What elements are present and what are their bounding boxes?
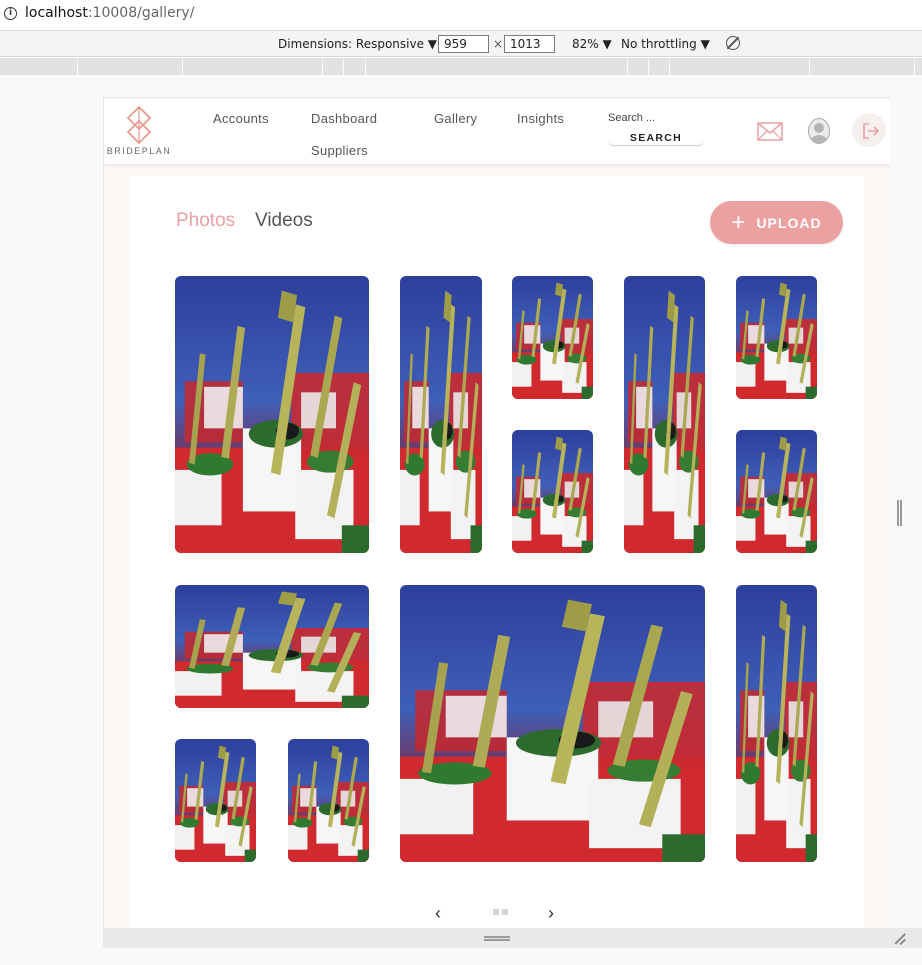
plus-icon: + <box>731 208 747 236</box>
gallery-photo[interactable] <box>175 739 256 862</box>
user-icon[interactable] <box>808 118 830 149</box>
nav-suppliers[interactable]: Suppliers <box>311 143 368 158</box>
nav-dashboard[interactable]: Dashboard <box>311 111 377 126</box>
gallery-photo[interactable] <box>624 276 705 553</box>
browser-url-bar[interactable]: i localhost:10008/gallery/ <box>0 0 922 26</box>
upload-button[interactable]: + UPLOAD <box>710 201 843 244</box>
search-form: Search ... SEARCH <box>608 112 704 146</box>
logout-icon[interactable] <box>862 123 880 144</box>
responsive-toolbar: Dimensions: Responsive ▼ 959 × 1013 82% … <box>0 30 922 57</box>
gallery-photo[interactable] <box>400 585 705 862</box>
brand-name: BRIDEPLAN <box>106 146 172 156</box>
page-viewport: BRIDEPLAN Accounts Dashboard Gallery Ins… <box>103 97 890 928</box>
tab-videos[interactable]: Videos <box>255 210 313 232</box>
times-sign: × <box>493 37 504 51</box>
info-icon[interactable]: i <box>4 6 17 20</box>
prev-page-button[interactable]: ‹ <box>435 903 441 924</box>
upload-label: UPLOAD <box>756 214 822 231</box>
gallery-photo[interactable] <box>512 276 593 399</box>
logo-icon <box>126 106 152 144</box>
navbar: BRIDEPLAN Accounts Dashboard Gallery Ins… <box>104 98 890 164</box>
resize-handle-right[interactable] <box>897 500 902 526</box>
url-host: localhost <box>25 5 88 21</box>
zoom-dropdown[interactable]: 82% ▼ <box>572 37 612 51</box>
url-path: :10008/gallery/ <box>87 5 195 21</box>
pagination-dots <box>493 909 508 915</box>
mail-icon[interactable] <box>757 122 783 146</box>
gallery-photo[interactable] <box>400 276 482 553</box>
gallery-card: Photos Videos + UPLOAD ‹ › <box>129 176 864 928</box>
media-query-ruler <box>0 58 922 75</box>
rotate-icon[interactable] <box>726 36 740 50</box>
gallery-photo[interactable] <box>736 585 817 862</box>
gallery-photo[interactable] <box>288 739 369 862</box>
gallery-photo[interactable] <box>736 430 817 553</box>
tab-photos[interactable]: Photos <box>176 210 235 232</box>
gallery-photo[interactable] <box>736 276 817 399</box>
width-input[interactable]: 959 <box>438 35 489 53</box>
height-input[interactable]: 1013 <box>504 35 555 53</box>
gallery-photo[interactable] <box>175 585 369 708</box>
throttling-dropdown[interactable]: No throttling ▼ <box>621 37 710 51</box>
nav-gallery[interactable]: Gallery <box>434 111 477 126</box>
gallery-photo[interactable] <box>512 430 593 553</box>
nav-accounts[interactable]: Accounts <box>213 111 269 126</box>
dimensions-dropdown[interactable]: Dimensions: Responsive ▼ <box>278 37 437 51</box>
viewport-bottom-bar <box>103 928 922 948</box>
brand-logo[interactable]: BRIDEPLAN <box>104 104 174 160</box>
resize-handle-corner[interactable] <box>894 933 906 945</box>
gallery-photo[interactable] <box>175 276 369 553</box>
next-page-button[interactable]: › <box>548 903 554 924</box>
nav-insights[interactable]: Insights <box>517 111 564 126</box>
search-button[interactable]: SEARCH <box>608 130 704 146</box>
resize-handle-bottom[interactable] <box>484 936 510 941</box>
search-input[interactable]: Search ... <box>608 112 704 124</box>
